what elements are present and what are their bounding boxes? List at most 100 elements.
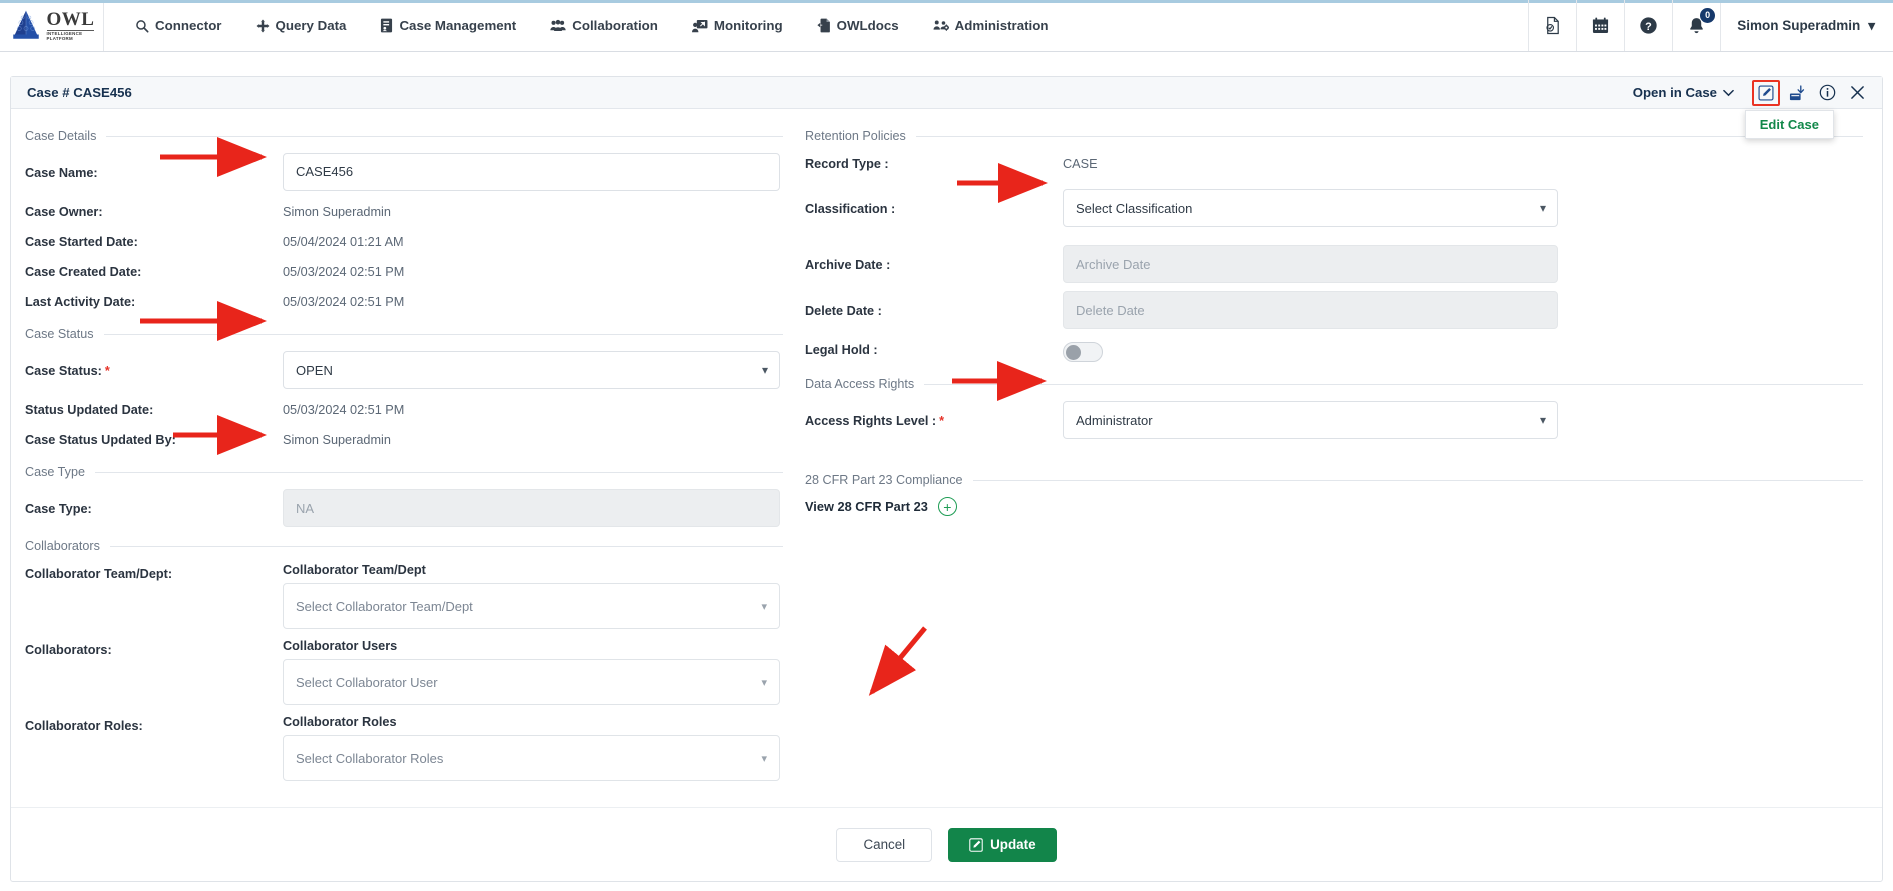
chevron-down-icon: ▾	[761, 752, 767, 765]
case-panel-header-actions: Open in Case	[1633, 79, 1870, 106]
section-divider	[106, 135, 783, 137]
collaborator-roles-placeholder: Select Collaborator Roles	[296, 750, 444, 766]
section-divider	[924, 383, 1863, 385]
edit-pencil-icon	[969, 837, 983, 852]
classification-select[interactable]: Select Classification	[1063, 189, 1558, 227]
case-detail-panel: Case # CASE456 Open in Case Edit Case Ca…	[10, 76, 1883, 882]
update-button[interactable]: Update	[948, 827, 1057, 862]
cancel-button[interactable]: Cancel	[836, 827, 933, 862]
case-form-right-column: Retention Policies Record Type : CASE Cl…	[801, 109, 1881, 881]
open-in-case-dropdown[interactable]: Open in Case	[1633, 85, 1734, 100]
navbar-right-actions: ? 0 Simon Superadmin ▾	[1528, 0, 1893, 51]
logo-tagline-2: PLATFORM	[46, 36, 73, 41]
section-collaborators-label: Collaborators	[25, 539, 100, 553]
field-row-last-activity-date: Last Activity Date: 05/03/2024 02:51 PM	[25, 291, 783, 315]
edit-case-tooltip: Edit Case	[1744, 110, 1834, 139]
nav-item-connector[interactable]: Connector	[118, 0, 239, 51]
case-name-label: Case Name:	[25, 166, 98, 180]
open-in-case-label: Open in Case	[1632, 85, 1717, 100]
collaborator-users-sublabel: Collaborator Users	[283, 639, 398, 653]
user-name-label: Simon Superadmin	[1737, 18, 1861, 33]
archive-date-input[interactable]: Archive Date	[1063, 245, 1558, 283]
admin-cog-users-icon	[933, 20, 949, 31]
access-rights-level-selected-value: Administrator	[1076, 412, 1153, 428]
field-row-collaborator-users: Collaborators: Collaborator Users Select…	[25, 639, 783, 705]
nav-item-case-management[interactable]: Case Management	[363, 0, 533, 51]
arrows-move-icon	[256, 19, 269, 32]
delete-date-input[interactable]: Delete Date	[1063, 291, 1558, 329]
collaborator-team-select[interactable]: Select Collaborator Team/Dept ▾	[283, 583, 780, 629]
collaborator-team-placeholder: Select Collaborator Team/Dept	[296, 598, 473, 614]
notification-count-badge: 0	[1700, 8, 1716, 23]
collaborator-roles-select[interactable]: Select Collaborator Roles ▾	[283, 735, 780, 781]
field-row-classification: Classification : Select Classification ▾	[805, 189, 1863, 227]
status-updated-date-value: 05/03/2024 02:51 PM	[283, 403, 405, 417]
section-case-status: Case Status	[25, 327, 783, 341]
navbar-menu: Connector Query Data Case Management Col…	[104, 0, 1528, 51]
case-owner-label: Case Owner:	[25, 205, 103, 219]
nav-label-administration: Administration	[954, 18, 1049, 33]
access-rights-level-select[interactable]: Administrator	[1063, 401, 1558, 439]
report-document-icon-button[interactable]	[1528, 0, 1576, 51]
case-name-input[interactable]	[283, 153, 780, 191]
collaborator-team-label: Collaborator Team/Dept:	[25, 567, 173, 581]
edit-case-button[interactable]	[1752, 79, 1780, 106]
section-cfr-compliance: 28 CFR Part 23 Compliance	[805, 473, 1863, 487]
collaborator-team-field: Collaborator Team/Dept Select Collaborat…	[283, 563, 780, 629]
close-button[interactable]	[1844, 81, 1870, 105]
document-export-icon	[816, 18, 830, 33]
update-button-label: Update	[990, 837, 1036, 852]
nav-label-monitoring: Monitoring	[713, 18, 783, 33]
legal-hold-toggle[interactable]	[1063, 342, 1103, 362]
help-icon-button[interactable]: ?	[1624, 0, 1672, 51]
chevron-down-icon: ▾	[761, 676, 767, 689]
access-rights-level-field: Administrator ▾	[1063, 401, 1558, 439]
notification-bell-button[interactable]: 0	[1672, 0, 1720, 51]
case-status-label: Case Status: *	[25, 351, 283, 378]
access-rights-level-label-text: Access Rights Level :	[805, 414, 937, 428]
record-type-label: Record Type :	[805, 157, 889, 171]
record-type-value: CASE	[1063, 157, 1098, 171]
export-case-icon	[1789, 84, 1804, 100]
field-row-archive-date: Archive Date : Archive Date	[805, 245, 1863, 283]
info-button[interactable]	[1814, 81, 1840, 105]
monitor-user-icon	[691, 19, 708, 32]
last-activity-date-value: 05/03/2024 02:51 PM	[283, 295, 405, 309]
nav-item-query-data[interactable]: Query Data	[239, 0, 364, 51]
nav-item-owldocs[interactable]: OWLdocs	[800, 0, 916, 51]
nav-label-owldocs: OWLdocs	[836, 18, 899, 33]
collaborator-team-sublabel: Collaborator Team/Dept	[283, 563, 426, 577]
owl-logo[interactable]: OWL INTELLIGENCE PLATFORM	[0, 0, 104, 51]
chevron-down-icon: ▾	[1868, 17, 1875, 33]
nav-item-monitoring[interactable]: Monitoring	[675, 0, 800, 51]
section-divider	[915, 135, 1863, 137]
field-row-legal-hold: Legal Hold :	[805, 339, 1863, 363]
section-divider	[972, 479, 1863, 481]
section-case-details-label: Case Details	[25, 129, 97, 143]
chevron-down-icon	[1723, 89, 1734, 96]
calendar-icon-button[interactable]	[1576, 0, 1624, 51]
export-case-button[interactable]	[1784, 81, 1810, 105]
field-row-status-updated-date: Status Updated Date: 05/03/2024 02:51 PM	[25, 399, 783, 423]
plus-circle-icon[interactable]: +	[937, 497, 957, 516]
section-retention-policies-label: Retention Policies	[805, 129, 906, 143]
page-title: Case # CASE456	[27, 85, 132, 100]
case-status-field: OPEN ▾	[283, 351, 780, 389]
collaborator-roles-label: Collaborator Roles:	[25, 719, 143, 733]
user-menu[interactable]: Simon Superadmin ▾	[1720, 0, 1893, 51]
section-retention-policies: Retention Policies	[805, 129, 1863, 143]
field-row-delete-date: Delete Date : Delete Date	[805, 291, 1863, 329]
collaborator-users-select[interactable]: Select Collaborator User ▾	[283, 659, 780, 705]
case-created-date-value: 05/03/2024 02:51 PM	[283, 265, 405, 279]
section-collaborators: Collaborators	[25, 539, 783, 553]
field-row-case-owner: Case Owner: Simon Superadmin	[25, 201, 783, 225]
delete-date-label: Delete Date :	[805, 304, 882, 318]
collaborator-users-field: Collaborator Users Select Collaborator U…	[283, 639, 780, 705]
view-cfr-part-23-label[interactable]: View 28 CFR Part 23	[805, 499, 928, 514]
legal-hold-label: Legal Hold :	[805, 343, 878, 357]
required-marker: *	[939, 414, 945, 428]
case-status-select[interactable]: OPEN	[283, 351, 780, 389]
field-row-case-type: Case Type: NA	[25, 489, 783, 527]
nav-item-administration[interactable]: Administration	[916, 0, 1066, 51]
nav-item-collaboration[interactable]: Collaboration	[533, 0, 675, 51]
